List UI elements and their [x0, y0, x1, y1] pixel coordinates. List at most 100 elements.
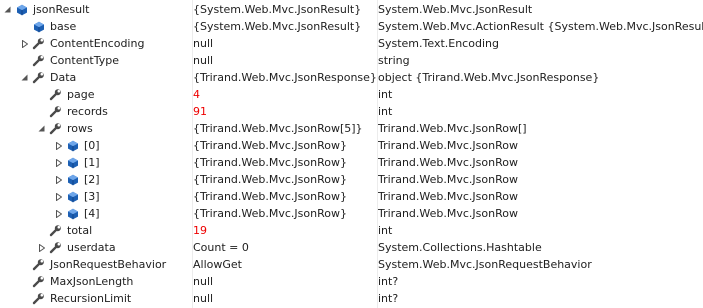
wrench-icon: [31, 53, 46, 68]
watch-row[interactable]: rows {Trirand.Web.Mvc.JsonRow[5]} Trirand.…: [0, 120, 703, 137]
variable-name: rows: [67, 122, 93, 135]
object-icon: [65, 189, 80, 204]
name-cell: [0]: [0, 137, 192, 154]
type-cell: System.Web.Mvc.JsonRequestBehavior: [378, 256, 703, 273]
wrench-icon: [31, 291, 46, 306]
variable-value: {System.Web.Mvc.JsonResult}: [193, 20, 362, 33]
wrench-icon: [31, 70, 46, 85]
variable-type: Trirand.Web.Mvc.JsonRow: [378, 139, 518, 152]
value-cell[interactable]: {System.Web.Mvc.JsonResult}: [193, 18, 377, 35]
watch-row[interactable]: [3] {Trirand.Web.Mvc.JsonRow} Trirand.Web.…: [0, 188, 703, 205]
collapse-triangle-icon[interactable]: [20, 72, 29, 83]
watch-row[interactable]: [4] {Trirand.Web.Mvc.JsonRow} Trirand.Web.…: [0, 205, 703, 222]
object-icon: [14, 2, 29, 17]
watch-row[interactable]: [0] {Trirand.Web.Mvc.JsonRow} Trirand.Web.…: [0, 137, 703, 154]
type-cell: Trirand.Web.Mvc.JsonRow: [378, 205, 703, 222]
variable-name: RecursionLimit: [50, 292, 132, 305]
value-cell[interactable]: {Trirand.Web.Mvc.JsonResponse}: [193, 69, 377, 86]
object-icon: [65, 206, 80, 221]
type-cell: System.Collections.Hashtable: [378, 239, 703, 256]
type-cell: System.Web.Mvc.JsonResult: [378, 1, 703, 18]
watch-row[interactable]: [2] {Trirand.Web.Mvc.JsonRow} Trirand.Web.…: [0, 171, 703, 188]
value-cell[interactable]: null: [193, 35, 377, 52]
variable-name: jsonResult: [33, 3, 90, 16]
value-cell[interactable]: 4: [193, 86, 377, 103]
expand-triangle-icon[interactable]: [54, 140, 63, 151]
expand-triangle-icon[interactable]: [54, 191, 63, 202]
value-cell[interactable]: {Trirand.Web.Mvc.JsonRow}: [193, 188, 377, 205]
value-cell[interactable]: Count = 0: [193, 239, 377, 256]
value-cell[interactable]: {System.Web.Mvc.JsonResult}: [193, 1, 377, 18]
watch-row[interactable]: Data {Trirand.Web.Mvc.JsonResponse} object…: [0, 69, 703, 86]
variable-name: ContentType: [50, 54, 120, 67]
wrench-icon: [31, 274, 46, 289]
variable-type: int?: [378, 275, 399, 288]
wrench-icon: [48, 240, 63, 255]
value-cell[interactable]: AllowGet: [193, 256, 377, 273]
variable-type: System.Collections.Hashtable: [378, 241, 542, 254]
variable-name: JsonRequestBehavior: [50, 258, 167, 271]
expand-triangle-icon[interactable]: [54, 157, 63, 168]
name-cell: total: [0, 222, 192, 239]
variable-name: [0]: [84, 139, 100, 152]
variable-value: {Trirand.Web.Mvc.JsonResponse}: [193, 71, 377, 84]
variable-value: {System.Web.Mvc.JsonResult}: [193, 3, 362, 16]
type-cell: int: [378, 222, 703, 239]
type-cell: string: [378, 52, 703, 69]
variable-type: Trirand.Web.Mvc.JsonRow: [378, 207, 518, 220]
collapse-triangle-icon[interactable]: [37, 123, 46, 134]
value-cell[interactable]: null: [193, 52, 377, 69]
watch-row[interactable]: JsonRequestBehavior AllowGet System.Web.Mv…: [0, 256, 703, 273]
expand-triangle-icon[interactable]: [54, 174, 63, 185]
variable-type: System.Web.Mvc.JsonRequestBehavior: [378, 258, 592, 271]
variable-name: userdata: [67, 241, 116, 254]
name-cell: page: [0, 86, 192, 103]
value-cell[interactable]: null: [193, 273, 377, 290]
type-cell: System.Text.Encoding: [378, 35, 703, 52]
type-cell: int?: [378, 290, 703, 307]
value-cell[interactable]: {Trirand.Web.Mvc.JsonRow}: [193, 171, 377, 188]
variable-value: null: [193, 292, 214, 305]
variable-name: base: [50, 20, 77, 33]
variable-name: total: [67, 224, 93, 237]
type-cell: Trirand.Web.Mvc.JsonRow: [378, 137, 703, 154]
expand-triangle-icon[interactable]: [37, 242, 46, 253]
variable-name: records: [67, 105, 108, 118]
watch-row[interactable]: jsonResult {System.Web.Mvc.JsonResult} Sys…: [0, 1, 703, 18]
variable-name: ContentEncoding: [50, 37, 145, 50]
value-cell[interactable]: {Trirand.Web.Mvc.JsonRow[5]}: [193, 120, 377, 137]
variable-value: {Trirand.Web.Mvc.JsonRow}: [193, 139, 347, 152]
value-cell[interactable]: {Trirand.Web.Mvc.JsonRow}: [193, 154, 377, 171]
wrench-icon: [48, 104, 63, 119]
expand-triangle-icon[interactable]: [54, 208, 63, 219]
name-cell: [1]: [0, 154, 192, 171]
watch-row[interactable]: records 91 int: [0, 103, 703, 120]
object-icon: [65, 172, 80, 187]
value-cell[interactable]: {Trirand.Web.Mvc.JsonRow}: [193, 205, 377, 222]
value-cell[interactable]: 19: [193, 222, 377, 239]
name-cell: jsonResult: [0, 1, 192, 18]
watch-row[interactable]: [1] {Trirand.Web.Mvc.JsonRow} Trirand.Web.…: [0, 154, 703, 171]
watch-row[interactable]: RecursionLimit null int?: [0, 290, 703, 307]
watch-row[interactable]: page 4 int: [0, 86, 703, 103]
variable-value: {Trirand.Web.Mvc.JsonRow[5]}: [193, 122, 363, 135]
name-cell: [4]: [0, 205, 192, 222]
type-cell: Trirand.Web.Mvc.JsonRow: [378, 188, 703, 205]
watch-row[interactable]: total 19 int: [0, 222, 703, 239]
expand-triangle-icon[interactable]: [20, 38, 29, 49]
name-cell: MaxJsonLength: [0, 273, 192, 290]
watch-row[interactable]: ContentType null string: [0, 52, 703, 69]
value-cell[interactable]: null: [193, 290, 377, 307]
collapse-triangle-icon[interactable]: [3, 4, 12, 15]
watch-row[interactable]: ContentEncoding null System.Text.Encoding: [0, 35, 703, 52]
value-cell[interactable]: {Trirand.Web.Mvc.JsonRow}: [193, 137, 377, 154]
variable-type: Trirand.Web.Mvc.JsonRow: [378, 173, 518, 186]
value-cell[interactable]: 91: [193, 103, 377, 120]
variable-type: Trirand.Web.Mvc.JsonRow: [378, 190, 518, 203]
wrench-icon: [48, 87, 63, 102]
watch-row[interactable]: MaxJsonLength null int?: [0, 273, 703, 290]
name-cell: [3]: [0, 188, 192, 205]
variable-value: null: [193, 275, 214, 288]
watch-row[interactable]: userdata Count = 0 System.Collections.Hash…: [0, 239, 703, 256]
watch-row[interactable]: base {System.Web.Mvc.JsonResult} System.We…: [0, 18, 703, 35]
